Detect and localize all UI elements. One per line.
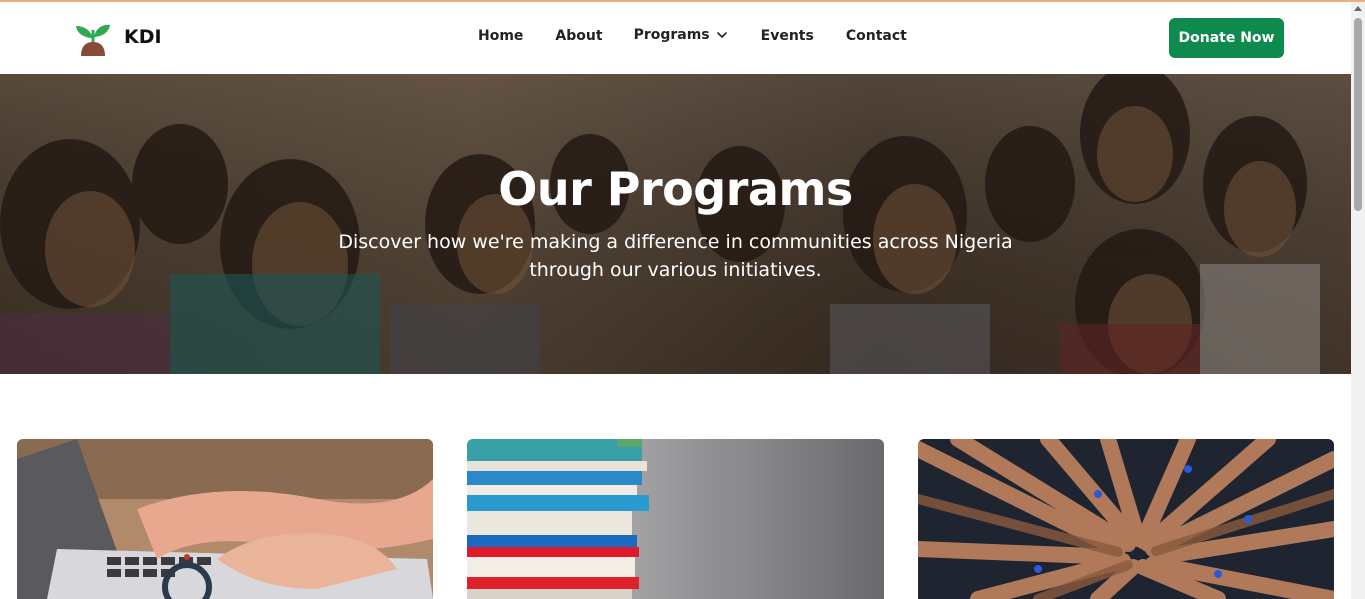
hands-together-photo — [918, 439, 1334, 599]
main-nav: Home About Programs Events Contact — [478, 27, 907, 44]
nav-programs-label: Programs — [633, 27, 710, 43]
scroll-up-arrow-icon[interactable] — [1354, 6, 1362, 11]
sprout-icon — [76, 24, 110, 56]
hero-overlay — [0, 74, 1351, 374]
site-header: KDI Home About Programs Events Contact D… — [0, 2, 1351, 74]
hero-banner: Our Programs Discover how we're making a… — [0, 74, 1351, 374]
nav-about[interactable]: About — [555, 28, 602, 44]
program-card-image-laptop[interactable] — [17, 439, 433, 599]
nav-programs[interactable]: Programs — [634, 27, 728, 43]
laptop-photo — [17, 439, 433, 599]
donate-now-button[interactable]: Donate Now — [1169, 18, 1284, 58]
scrollbar-thumb[interactable] — [1354, 18, 1362, 211]
books-photo — [467, 439, 884, 599]
hero-title: Our Programs — [498, 162, 853, 216]
program-card-image-books[interactable] — [467, 439, 884, 599]
nav-contact[interactable]: Contact — [846, 28, 907, 44]
hero-subtitle: Discover how we're making a difference i… — [338, 231, 1013, 281]
brand-name: KDI — [124, 26, 162, 48]
program-card-image-hands[interactable] — [918, 439, 1334, 599]
nav-home[interactable]: Home — [478, 28, 523, 44]
chevron-down-icon — [716, 32, 727, 38]
brand[interactable]: KDI — [74, 18, 162, 56]
nav-events[interactable]: Events — [761, 28, 814, 44]
vertical-scrollbar[interactable] — [1351, 2, 1365, 599]
